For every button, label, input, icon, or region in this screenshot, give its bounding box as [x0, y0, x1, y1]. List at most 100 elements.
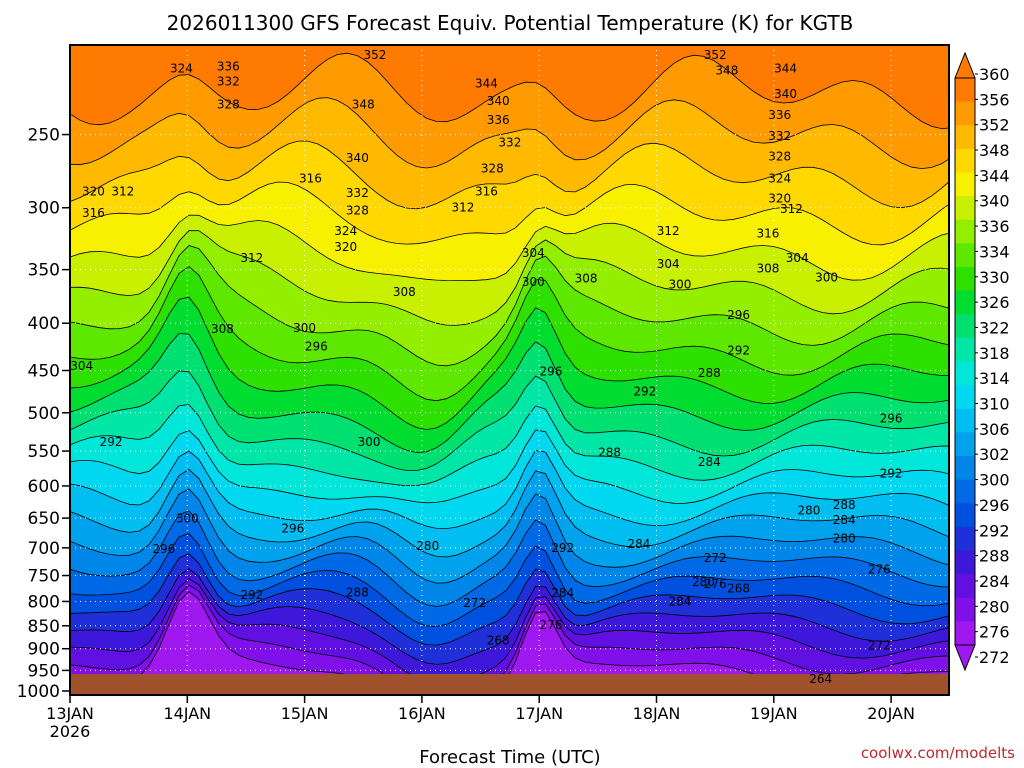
- y-tick-label: 900: [28, 640, 60, 660]
- contour-label: 336: [768, 108, 791, 122]
- contour-label: 300: [669, 277, 692, 291]
- contour-label: 292: [633, 384, 656, 398]
- contour-label: 284: [551, 586, 574, 600]
- x-tick-label: 16JAN: [398, 704, 446, 723]
- contour-label: 308: [393, 285, 416, 299]
- colorbar-swatch: [955, 243, 975, 268]
- x-tick-label: 17JAN: [515, 704, 563, 723]
- contour-label: 276: [704, 577, 727, 591]
- contour-label: 300: [522, 275, 545, 289]
- contour-label: 268: [487, 634, 510, 648]
- y-tick-label: 350: [28, 261, 60, 281]
- contour-label: 288: [833, 498, 856, 512]
- x-tick-label: 18JAN: [633, 704, 681, 723]
- contour-label: 264: [809, 672, 832, 686]
- contour-label: 304: [786, 251, 809, 265]
- contour-label: 284: [669, 594, 692, 608]
- contour-label: 304: [522, 246, 545, 260]
- contour-label: 312: [780, 202, 803, 216]
- contour-label: 300: [815, 271, 838, 285]
- colorbar-swatch: [955, 101, 975, 126]
- contour-label: 308: [756, 261, 779, 275]
- y-tick-label: 550: [28, 442, 60, 462]
- contour-label: 332: [217, 74, 240, 88]
- y-tick-label: 450: [28, 361, 60, 381]
- colorbar-swatch: [955, 361, 975, 386]
- y-tick-label: 500: [28, 404, 60, 424]
- colorbar-label: 334: [979, 242, 1010, 261]
- y-tick-label: 800: [28, 592, 60, 612]
- contour-label: 312: [452, 201, 475, 215]
- contour-label: 296: [281, 521, 304, 535]
- site-credit[interactable]: coolwx.com/modelts: [861, 744, 1015, 762]
- contour-label: 272: [463, 596, 486, 610]
- contour-label: 312: [657, 224, 680, 238]
- contour-label: 316: [756, 227, 779, 241]
- contour-label: 296: [305, 340, 328, 354]
- contour-label: 292: [880, 467, 903, 481]
- colorbar-label: 276: [979, 623, 1010, 642]
- colorbar-label: 272: [979, 648, 1010, 667]
- contour-label: 324: [768, 172, 791, 186]
- colorbar-swatch: [955, 432, 975, 457]
- contour-label: 324: [170, 61, 193, 75]
- plot-area: 352 352348348344344340340340336336 3363323…: [70, 45, 949, 695]
- y-tick-label: 300: [28, 199, 60, 219]
- colorbar-swatch: [955, 337, 975, 362]
- contour-label: 304: [657, 257, 680, 271]
- contour-label: 340: [774, 87, 797, 101]
- contour-label: 320: [334, 240, 357, 254]
- colorbar-label: 314: [979, 369, 1010, 388]
- contour-label: 332: [346, 186, 369, 200]
- contour-label: 308: [575, 272, 598, 286]
- contour-label: 348: [715, 63, 738, 77]
- contour-label: 292: [551, 541, 574, 555]
- contour-label: 340: [346, 151, 369, 165]
- colorbar-label: 292: [979, 521, 1010, 540]
- contour-label: 304: [70, 359, 93, 373]
- contour-label: 336: [487, 113, 510, 127]
- contour-label: 284: [833, 513, 856, 527]
- contour-label: 296: [539, 364, 562, 378]
- y-tick-label: 850: [28, 617, 60, 637]
- colorbar-swatch: [955, 385, 975, 410]
- colorbar-label: 288: [979, 547, 1010, 566]
- x-tick-label: 15JAN: [281, 704, 329, 723]
- colorbar-swatch: [955, 172, 975, 197]
- contour-label: 320: [82, 184, 105, 198]
- contour-label: 276: [868, 563, 891, 577]
- colorbar-label: 322: [979, 318, 1010, 337]
- colorbar-swatch: [955, 267, 975, 292]
- y-tick-label: 1000: [17, 682, 60, 702]
- colorbar-swatch: [955, 526, 975, 551]
- contour-label: 300: [293, 321, 316, 335]
- colorbar-swatch: [955, 196, 975, 221]
- y-tick-label: 250: [28, 126, 60, 146]
- contour-label: 284: [627, 537, 650, 551]
- contour-label: 344: [774, 61, 797, 75]
- contour-label: 296: [152, 542, 175, 556]
- x-tick-label: 19JAN: [750, 704, 798, 723]
- colorbar-swatch: [955, 219, 975, 244]
- contour-label: 332: [498, 136, 521, 150]
- colorbar-swatch: [955, 479, 975, 504]
- colorbar-label: 340: [979, 192, 1010, 211]
- colorbar-label: 352: [979, 116, 1010, 135]
- y-tick-label: 950: [28, 661, 60, 681]
- colorbar-swatch: [955, 408, 975, 433]
- x-tick-label: 20JAN: [867, 704, 915, 723]
- colorbar-label: 306: [979, 420, 1010, 439]
- equivalent-potential-temperature-chart: 2026011300 GFS Forecast Equiv. Potential…: [17, 11, 1015, 768]
- colorbar-swatch: [955, 456, 975, 481]
- colorbar-label: 280: [979, 597, 1010, 616]
- contour-label: 312: [111, 184, 134, 198]
- colorbar-label: 318: [979, 344, 1010, 363]
- colorbar-min-arrow: [954, 644, 976, 672]
- contour-label: 324: [334, 224, 357, 238]
- contour-label: 292: [100, 435, 123, 449]
- contour-label: 340: [487, 94, 510, 108]
- colorbar-swatch: [955, 597, 975, 622]
- contour-label: 300: [358, 435, 381, 449]
- contour-label: 292: [240, 588, 263, 602]
- contour-label: 296: [727, 308, 750, 322]
